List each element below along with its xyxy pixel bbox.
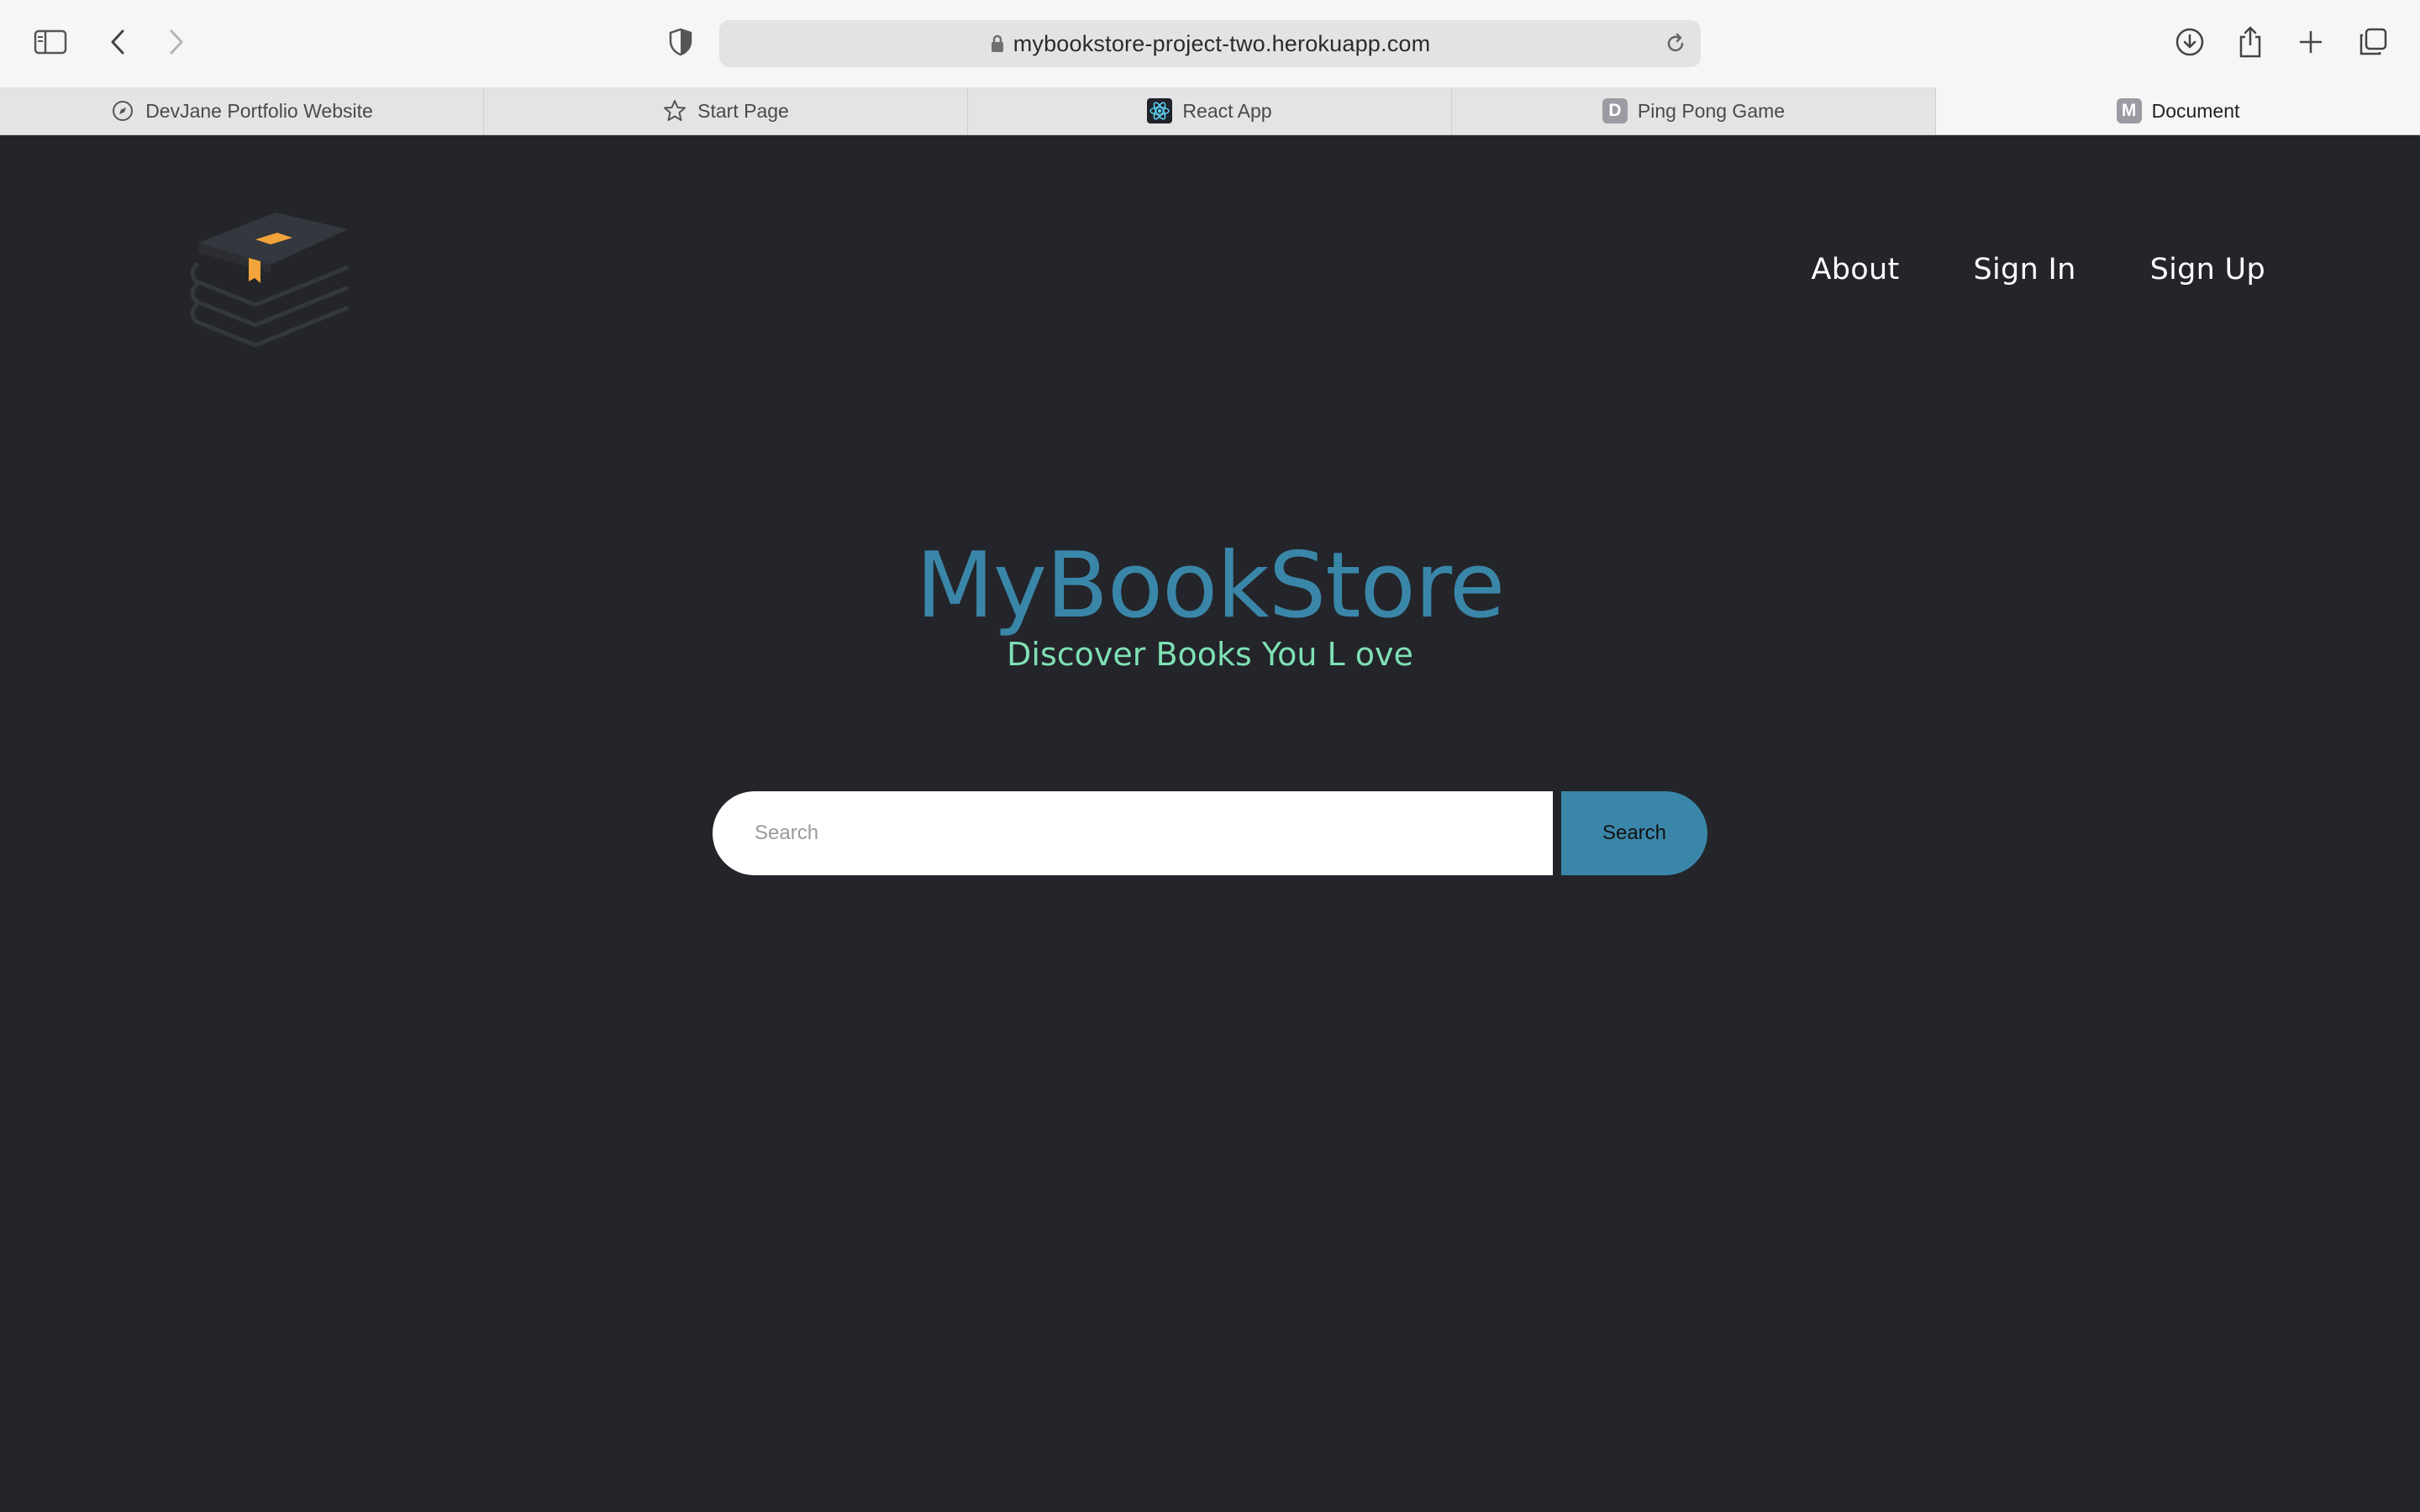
address-bar[interactable]: mybookstore-project-two.herokuapp.com (719, 20, 1701, 67)
privacy-shield-icon[interactable] (655, 18, 706, 66)
tab-bar: DevJane Portfolio Website Start Page Rea… (0, 87, 2420, 135)
new-tab-icon[interactable] (2286, 18, 2336, 66)
sidebar-toggle-icon[interactable] (25, 18, 76, 66)
tab-document[interactable]: M Document (1936, 87, 2420, 134)
star-icon (662, 98, 687, 123)
back-icon[interactable] (92, 18, 143, 66)
tab-label: Document (2151, 99, 2240, 122)
search-input[interactable] (713, 791, 1553, 875)
tab-devjane-portfolio[interactable]: DevJane Portfolio Website (0, 87, 484, 134)
url-text: mybookstore-project-two.herokuapp.com (1013, 30, 1431, 56)
tab-react-app[interactable]: React App (968, 87, 1452, 134)
downloads-icon[interactable] (2165, 18, 2215, 66)
site-tagline: Discover Books You L ove (1007, 636, 1413, 673)
nav-sign-up-link[interactable]: Sign Up (2150, 253, 2265, 286)
compass-icon (110, 98, 135, 123)
browser-toolbar: mybookstore-project-two.herokuapp.com (0, 0, 2420, 88)
react-icon (1147, 98, 1173, 123)
nav-sign-in-link[interactable]: Sign In (1974, 253, 2076, 286)
tab-label: Start Page (697, 99, 789, 122)
tab-label: Ping Pong Game (1637, 99, 1786, 122)
reload-icon[interactable] (1659, 27, 1692, 60)
tab-ping-pong-game[interactable]: D Ping Pong Game (1452, 87, 1936, 134)
book-stack-logo-icon[interactable] (187, 196, 355, 348)
share-icon[interactable] (2225, 18, 2275, 66)
letter-d-icon: D (1602, 98, 1628, 123)
nav-about-link[interactable]: About (1812, 253, 1900, 286)
lock-icon (990, 34, 1005, 54)
search-button[interactable]: Search (1561, 791, 1707, 875)
tab-start-page[interactable]: Start Page (484, 87, 968, 134)
tab-label: DevJane Portfolio Website (145, 99, 373, 122)
search-form: Search (713, 791, 1707, 875)
tab-label: React App (1182, 99, 1272, 122)
main-nav: About Sign In Sign Up (1812, 253, 2265, 286)
page-content: About Sign In Sign Up MyBookStore Discov… (0, 135, 2420, 1512)
site-title: MyBookStore (915, 533, 1505, 638)
forward-icon[interactable] (151, 18, 202, 66)
tab-overview-icon[interactable] (2348, 18, 2398, 66)
letter-m-icon: M (2116, 98, 2142, 123)
